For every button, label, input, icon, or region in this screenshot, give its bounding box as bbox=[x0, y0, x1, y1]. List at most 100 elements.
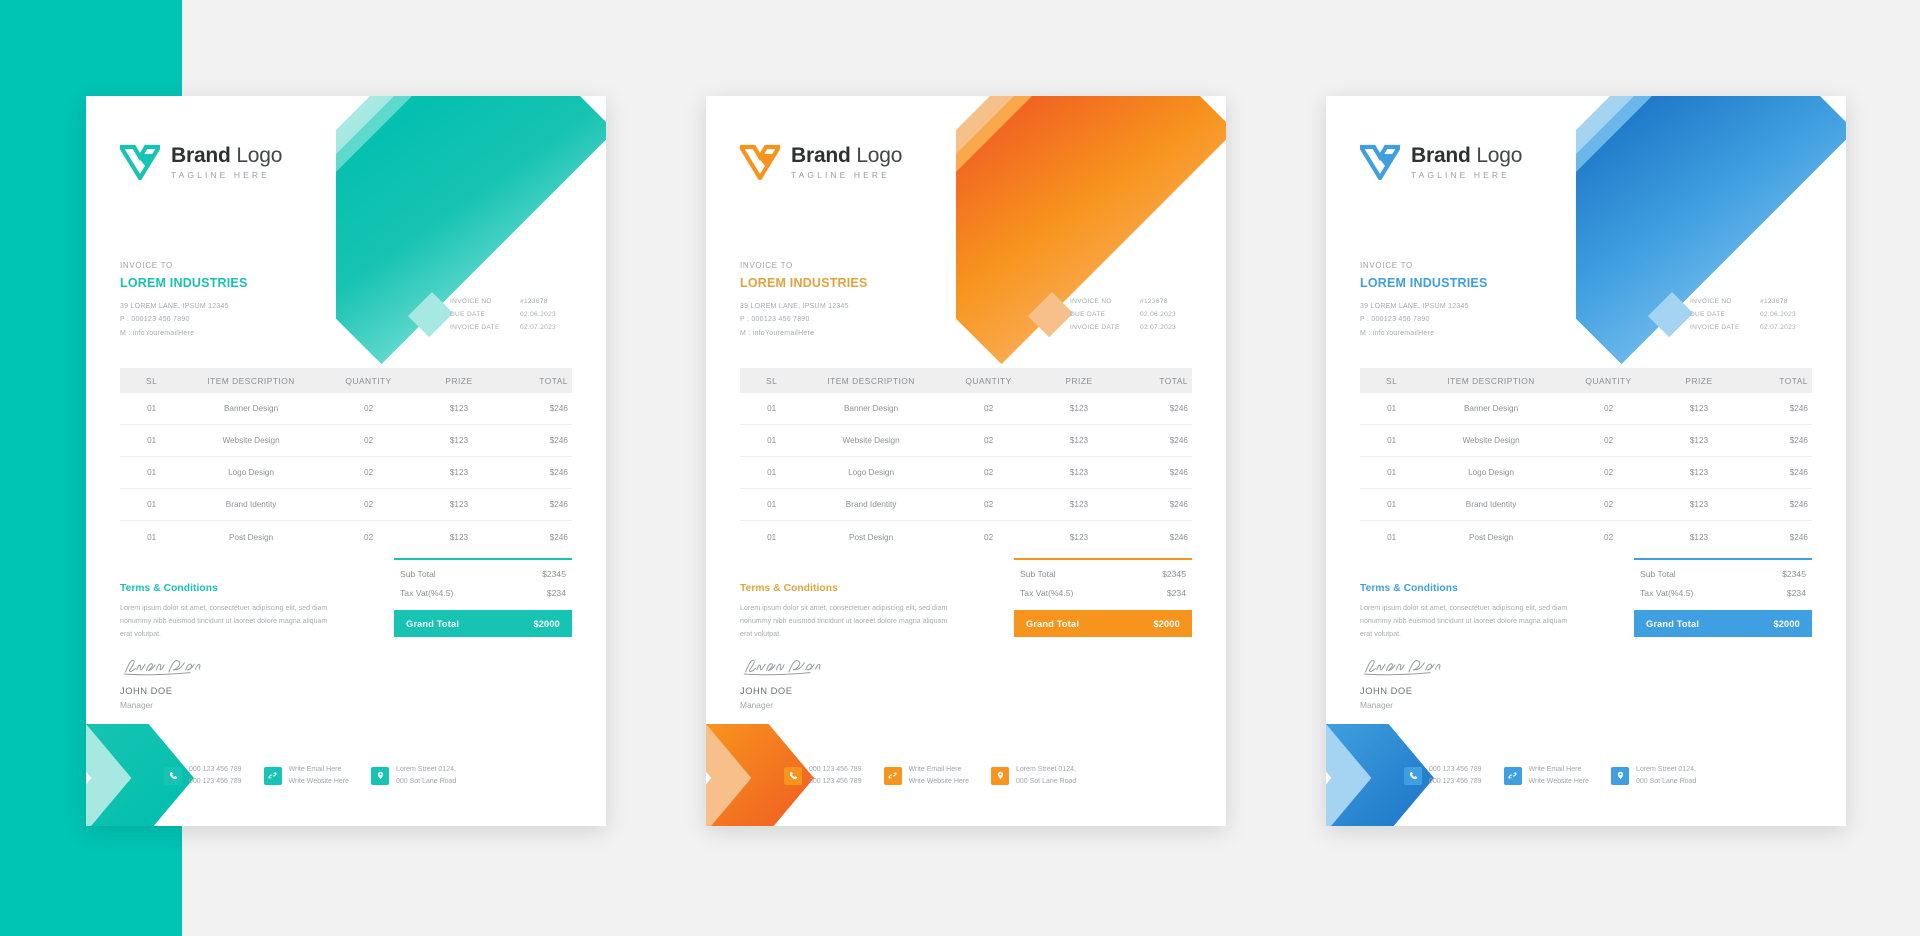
footer-contact-text: 000 123 456 789 000 123 456 789 bbox=[809, 764, 862, 789]
footer-contact-line-2: 000 Sot Lane Road bbox=[1016, 777, 1077, 785]
cell-quantity: 02 bbox=[1604, 404, 1614, 413]
cell-prize: $123 bbox=[1689, 436, 1709, 445]
cell-sl: 01 bbox=[767, 436, 777, 445]
terms-body: Lorem ipsum dolor sit amet, consectetuer… bbox=[740, 604, 948, 639]
signature-role: Manager bbox=[740, 700, 774, 710]
tax-row: Tax Vat(%4.5) $234 bbox=[1634, 579, 1812, 598]
cell-sl: 01 bbox=[1387, 436, 1397, 445]
items-table-header: SL ITEM DESCRIPTION QUANTITY PRIZE TOTAL bbox=[1360, 368, 1812, 393]
cell-prize: $123 bbox=[449, 404, 469, 413]
cell-total: $246 bbox=[1169, 404, 1188, 413]
cell-quantity: 02 bbox=[364, 500, 374, 509]
cell-description: Website Design bbox=[1462, 436, 1520, 445]
footer-contact-line-1: 000 123 456 789 bbox=[189, 765, 242, 773]
footer-contact-item: Lorem Street 0124, 000 Sot Lane Road bbox=[991, 764, 1076, 789]
brand-logo-title-light: Logo bbox=[1476, 143, 1523, 167]
footer-contact-text: Lorem Street 0124, 000 Sot Lane Road bbox=[1016, 764, 1076, 789]
column-header: TOTAL bbox=[1779, 375, 1808, 386]
invoice-card-orange: Brand Logo TAGLINE HERE INVOICE TO LOREM IN… bbox=[706, 96, 1226, 826]
cell-total: $246 bbox=[1169, 500, 1188, 509]
totals-block: Sub Total $2345 Tax Vat(%4.5) $234 Grand Tot… bbox=[394, 558, 572, 637]
location-pin-icon bbox=[1611, 766, 1629, 785]
cell-total: $246 bbox=[549, 532, 568, 542]
bill-to-label: INVOICE TO bbox=[740, 261, 793, 270]
cell-quantity: 02 bbox=[364, 468, 374, 477]
brand-logo-title-bold: Brand bbox=[791, 143, 851, 167]
invoice-meta-key: INVOICE DATE bbox=[450, 323, 500, 331]
brand-logo-mark-icon bbox=[1360, 144, 1400, 180]
invoice-meta: INVOICE NO #123678 DUE DATE 02.06.2023 INVOI… bbox=[450, 296, 572, 335]
column-header: ITEM DESCRIPTION bbox=[207, 375, 295, 386]
terms-body: Lorem ipsum dolor sit amet, consectetuer… bbox=[1360, 604, 1568, 639]
grand-total-bar[interactable]: Grand Total $2000 bbox=[1014, 610, 1192, 637]
phone-icon bbox=[784, 766, 802, 785]
bill-to-address: 39 LOREM LANE, IPSUM 12345 bbox=[1360, 302, 1469, 310]
bill-to-phone: P : 000123 456 7890 bbox=[1360, 316, 1430, 324]
bill-to-label: INVOICE TO bbox=[1360, 261, 1413, 270]
footer-contact-line-1: Write Email Here bbox=[288, 765, 342, 773]
footer-contact-item: 000 123 456 789 000 123 456 789 bbox=[784, 764, 862, 789]
invoice-meta-key: INVOICE NO bbox=[1070, 298, 1112, 305]
signature-block: JOHN DOE Manager bbox=[120, 656, 204, 710]
bill-to-details: 39 LOREM LANE, IPSUM 12345 P : 000123 456… bbox=[120, 300, 248, 341]
grand-total-value: $2000 bbox=[1773, 618, 1800, 629]
invoice-card-teal: Brand Logo TAGLINE HERE INVOICE TO LOREM IN… bbox=[86, 96, 606, 826]
footer-contact-line-2: 000 123 456 789 bbox=[189, 777, 242, 785]
table-row: 01 Brand Identity 02 $123 $246 bbox=[120, 489, 572, 521]
cell-quantity: 02 bbox=[984, 468, 994, 477]
tax-row: Tax Vat(%4.5) $234 bbox=[394, 579, 572, 598]
column-header: SL bbox=[1386, 375, 1398, 386]
column-header: QUANTITY bbox=[345, 375, 392, 386]
footer-contact-line-1: Write Email Here bbox=[908, 765, 962, 773]
cell-description: Logo Design bbox=[848, 468, 895, 477]
cell-prize: $123 bbox=[1069, 436, 1089, 445]
footer-contact-bar: 000 123 456 789 000 123 456 789 Write Emai… bbox=[706, 764, 1226, 789]
cell-sl: 01 bbox=[147, 436, 157, 445]
grand-total-bar[interactable]: Grand Total $2000 bbox=[394, 610, 572, 637]
brand-logo-title-bold: Brand bbox=[1411, 143, 1471, 167]
cell-prize: $123 bbox=[449, 468, 469, 477]
footer-contact-line-2: Write Website Here bbox=[908, 777, 969, 785]
cell-quantity: 02 bbox=[1604, 436, 1614, 445]
location-pin-icon bbox=[371, 766, 389, 785]
bill-to-details: 39 LOREM LANE, IPSUM 12345 P : 000123 456… bbox=[740, 300, 868, 341]
brand-tagline: TAGLINE HERE bbox=[171, 169, 270, 180]
invoice-meta: INVOICE NO #123678 DUE DATE 02.06.2023 INVOI… bbox=[1690, 296, 1812, 335]
column-header: QUANTITY bbox=[1585, 375, 1632, 386]
cell-prize: $123 bbox=[1689, 468, 1709, 477]
bill-to-label: INVOICE TO bbox=[120, 261, 173, 270]
tax-value: $234 bbox=[1166, 588, 1186, 598]
column-header: SL bbox=[766, 375, 778, 386]
cell-description: Brand Identity bbox=[845, 500, 897, 509]
cell-sl: 01 bbox=[1387, 468, 1397, 477]
brand-logo-text: Brand Logo TAGLINE HERE bbox=[1411, 145, 1522, 180]
column-header: TOTAL bbox=[539, 375, 568, 386]
footer-contact-text: Write Email Here Write Website Here bbox=[909, 764, 969, 789]
grand-total-value: $2000 bbox=[1153, 618, 1180, 629]
footer-contact-text: 000 123 456 789 000 123 456 789 bbox=[189, 764, 242, 789]
subtotal-row: Sub Total $2345 bbox=[1014, 560, 1192, 579]
cell-total: $246 bbox=[549, 404, 568, 413]
footer-contact-line-1: Write Email Here bbox=[1528, 765, 1582, 773]
signature-script-icon bbox=[743, 659, 821, 676]
cell-quantity: 02 bbox=[984, 436, 994, 445]
bill-to-phone: P : 000123 456 7890 bbox=[120, 316, 190, 324]
bill-to-block: INVOICE TO LOREM INDUSTRIES 39 LOREM LANE,… bbox=[1360, 262, 1488, 340]
grand-total-bar[interactable]: Grand Total $2000 bbox=[1634, 610, 1812, 637]
cell-prize: $123 bbox=[1069, 500, 1089, 509]
table-row: 01 Banner Design 02 $123 $246 bbox=[740, 393, 1192, 425]
invoice-meta-value: 02.06.2023 bbox=[1140, 310, 1177, 318]
table-row: 01 Logo Design 02 $123 $246 bbox=[120, 457, 572, 489]
cell-sl: 01 bbox=[147, 404, 157, 413]
table-row: 01 Banner Design 02 $123 $246 bbox=[120, 393, 572, 425]
invoice-meta-value: 02.07.2023 bbox=[520, 323, 557, 331]
invoice-meta-row: DUE DATE 02.06.2023 bbox=[1070, 309, 1192, 322]
table-row: 01 Logo Design 02 $123 $246 bbox=[1360, 457, 1812, 489]
footer-contact-line-1: Lorem Street 0124, bbox=[396, 765, 456, 773]
cell-total: $246 bbox=[549, 468, 568, 477]
column-header: ITEM DESCRIPTION bbox=[1447, 375, 1535, 386]
cell-description: Post Design bbox=[1468, 532, 1514, 542]
cell-prize: $123 bbox=[449, 532, 469, 542]
cell-sl: 01 bbox=[1387, 404, 1397, 413]
cell-prize: $123 bbox=[1069, 404, 1089, 413]
